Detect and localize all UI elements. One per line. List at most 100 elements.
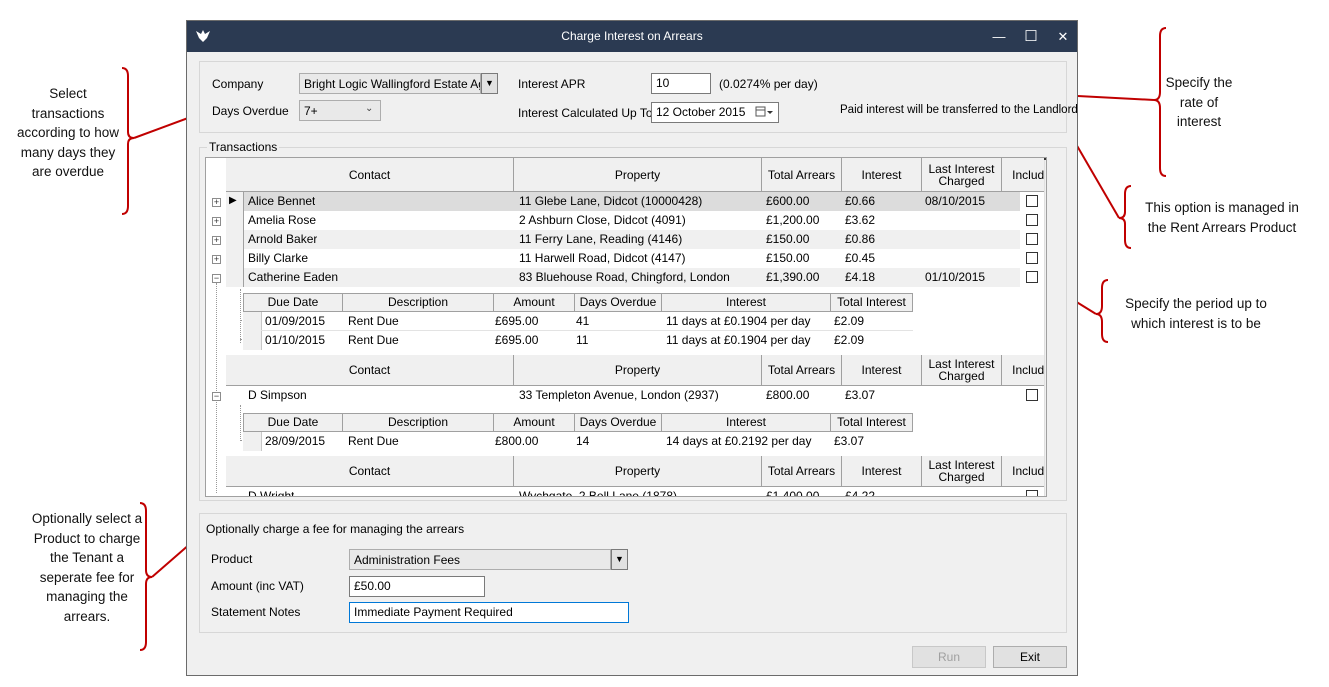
scroll-up-icon[interactable]: ⌃ [1044,166,1046,180]
days-cell: 14 [576,434,590,448]
product-dropdown-icon[interactable]: ▼ [611,549,628,570]
callout-managed: This option is managed in the Rent Arrea… [1145,200,1299,235]
sub-col-interest[interactable]: Interest [661,293,831,312]
landlord-note: Paid interest will be transferred to the… [840,104,1078,116]
contact-cell: Catherine Eaden [248,270,339,284]
table-row[interactable]: D Wright Wychgate, 2 Bell Lane (1878) £1… [244,487,1038,497]
run-button[interactable]: Run [912,646,986,668]
col-contact[interactable]: Contact [226,355,514,386]
col-last-interest[interactable]: Last Interest Charged [922,158,1002,192]
col-total-arrears[interactable]: Total Arrears [762,355,842,386]
property-cell: 11 Harwell Road, Didcot (4147) [519,251,686,265]
col-include[interactable]: Include [1002,158,1046,192]
sub-col-total-interest[interactable]: Total Interest [830,413,913,432]
table-row[interactable]: Catherine Eaden 83 Bluehouse Road, Ching… [244,268,1038,287]
expand-plus-icon[interactable]: + [212,198,221,207]
sub-col-days-overdue[interactable]: Days Overdue [574,293,662,312]
table-row[interactable]: Alice Bennet 11 Glebe Lane, Didcot (1000… [244,192,1038,211]
table-row[interactable]: Arnold Baker 11 Ferry Lane, Reading (414… [244,230,1038,249]
contact-cell: D Simpson [248,388,307,402]
close-button[interactable]: ✕ [1047,21,1079,52]
exit-button[interactable]: Exit [993,646,1067,668]
table-row[interactable]: D Simpson 33 Templeton Avenue, London (2… [244,386,1038,405]
interest-apr-label: Interest APR [518,77,586,91]
sub-col-amount[interactable]: Amount [493,293,575,312]
property-cell: Wychgate, 2 Bell Lane (1878) [519,489,677,497]
interest-apr-input[interactable]: 10 [651,73,711,94]
transactions-label: Transactions [207,140,280,154]
arrears-cell: £1,390.00 [766,270,820,284]
days-cell: 41 [576,314,590,328]
expand-plus-icon[interactable]: + [212,236,221,245]
expand-plus-icon[interactable]: + [212,217,221,226]
sub-col-total-interest[interactable]: Total Interest [830,293,913,312]
window-title: Charge Interest on Arrears [561,29,703,43]
amount-label: Amount (inc VAT) [211,579,304,593]
include-checkbox[interactable] [1026,389,1038,401]
collapse-minus-icon[interactable]: − [212,392,221,401]
include-checkbox[interactable] [1026,490,1038,496]
table-row[interactable]: Amelia Rose 2 Ashburn Close, Didcot (409… [244,211,1038,230]
col-interest[interactable]: Interest [842,456,922,487]
amount-cell: £695.00 [495,333,539,347]
description-cell: Rent Due [348,314,399,328]
property-cell: 11 Ferry Lane, Reading (4146) [519,232,683,246]
arrears-cell: £800.00 [766,388,810,402]
property-cell: 11 Glebe Lane, Didcot (10000428) [519,194,703,208]
calc-up-to-label: Interest Calculated Up To [518,106,653,120]
col-property[interactable]: Property [514,355,762,386]
company-select[interactable]: Bright Logic Wallingford Estate Agent [299,73,481,94]
col-total-arrears[interactable]: Total Arrears [762,158,842,192]
sub-row-header [243,432,262,451]
sub-col-description[interactable]: Description [342,413,494,432]
include-checkbox[interactable] [1026,195,1038,207]
col-interest[interactable]: Interest [842,158,922,192]
col-include[interactable]: Include [1002,456,1046,487]
minimize-button[interactable]: — [983,21,1015,52]
col-total-arrears[interactable]: Total Arrears [762,456,842,487]
contact-cell: Amelia Rose [248,213,317,227]
collapse-minus-icon[interactable]: − [212,274,221,283]
col-last-interest[interactable]: Last Interest Charged [922,456,1002,487]
current-row-arrow-icon: ▶ [229,195,237,206]
amount-cell: £800.00 [495,434,539,448]
statement-notes-input[interactable]: Immediate Payment Required [349,602,629,623]
calendar-dropdown-icon[interactable] [755,105,775,119]
sub-col-due-date[interactable]: Due Date [243,293,343,312]
sub-col-amount[interactable]: Amount [493,413,575,432]
callout-days: Select transactions according to how man… [16,86,120,179]
due-date-cell: 28/09/2015 [265,434,326,448]
expand-plus-icon[interactable]: + [212,255,221,264]
col-last-interest[interactable]: Last Interest Charged [922,355,1002,386]
col-property[interactable]: Property [514,456,762,487]
sub-col-interest[interactable]: Interest [661,413,831,432]
col-property[interactable]: Property [514,158,762,192]
sub-col-days-overdue[interactable]: Days Overdue [574,413,662,432]
vertical-scrollbar[interactable] [1044,158,1046,496]
total-interest-cell: £2.09 [834,314,865,328]
sub-col-description[interactable]: Description [342,293,494,312]
sub-col-due-date[interactable]: Due Date [243,413,343,432]
company-dropdown-icon[interactable]: ▼ [481,73,498,94]
include-checkbox[interactable] [1026,233,1038,245]
col-contact[interactable]: Contact [226,456,514,487]
arrears-cell: £1,200.00 [766,213,820,227]
scroll-down-icon[interactable]: ⌄ [1044,480,1046,494]
due-date-cell: 01/09/2015 [265,314,326,328]
maximize-button[interactable]: ☐ [1015,21,1047,52]
table-row[interactable]: Billy Clarke 11 Harwell Road, Didcot (41… [244,249,1038,268]
col-interest[interactable]: Interest [842,355,922,386]
amount-cell: £695.00 [495,314,539,328]
interest-cell: £3.62 [845,213,876,227]
charge-interest-window: Charge Interest on Arrears — ☐ ✕ Company… [186,20,1078,676]
amount-input[interactable]: £50.00 [349,576,485,597]
property-cell: 83 Bluehouse Road, Chingford, London [519,270,730,284]
product-select[interactable]: Administration Fees [349,549,611,570]
include-checkbox[interactable] [1026,252,1038,264]
interest-cell: £0.45 [845,251,876,265]
include-checkbox[interactable] [1026,271,1038,283]
include-checkbox[interactable] [1026,214,1038,226]
col-include[interactable]: Include [1002,355,1046,386]
col-contact[interactable]: Contact [226,158,514,192]
product-label: Product [211,552,253,566]
